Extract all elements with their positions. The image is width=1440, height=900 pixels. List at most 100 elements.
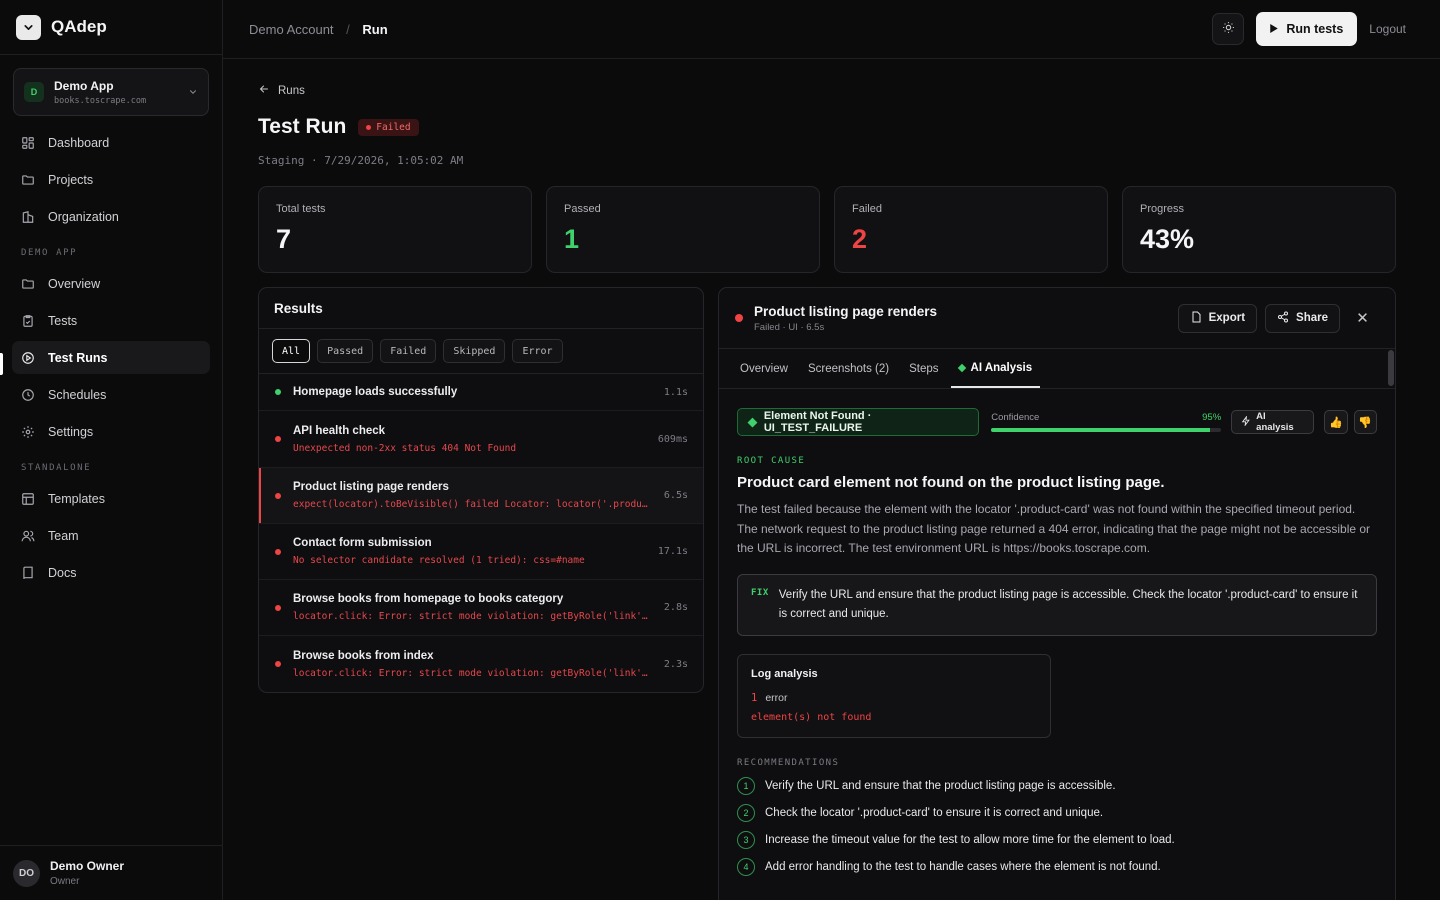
recommendation-text: Add error handling to the test to handle… bbox=[765, 860, 1161, 873]
stat-value: 2 bbox=[852, 224, 868, 254]
detail-tabs: Overview Screenshots (2) Steps AI Analys… bbox=[719, 349, 1395, 389]
sidebar-item-overview[interactable]: Overview bbox=[12, 267, 210, 300]
gear-icon bbox=[20, 424, 36, 440]
failure-category: Element Not Found · UI_TEST_FAILURE bbox=[763, 410, 872, 434]
breadcrumb-separator: / bbox=[346, 21, 350, 37]
filter-skipped[interactable]: Skipped bbox=[443, 339, 506, 363]
test-duration: 1.1s bbox=[663, 386, 688, 398]
brand[interactable]: QAdep bbox=[0, 0, 222, 55]
folder-icon bbox=[20, 276, 36, 292]
results-panel: Results All Passed Failed Skipped Error … bbox=[258, 287, 704, 693]
tab-label: AI Analysis bbox=[970, 361, 1033, 374]
confidence-value: 95% bbox=[1202, 412, 1222, 423]
back-to-runs-link[interactable]: Runs bbox=[258, 83, 1396, 98]
sidebar-item-docs[interactable]: Docs bbox=[12, 556, 210, 589]
log-analysis-card: Log analysis 1 error element(s) not foun… bbox=[737, 653, 1051, 738]
sidebar-item-schedules[interactable]: Schedules bbox=[12, 378, 210, 411]
user-menu[interactable]: DO Demo Owner Owner bbox=[0, 845, 222, 900]
test-duration: 2.8s bbox=[663, 602, 688, 613]
logo-icon bbox=[16, 14, 41, 40]
recommendations-label: RECOMMENDATIONS bbox=[737, 757, 840, 768]
step-number: 4 bbox=[737, 857, 755, 876]
page-title: Test Run bbox=[258, 115, 347, 138]
sidebar-item-templates[interactable]: Templates bbox=[12, 482, 210, 515]
share-icon bbox=[1277, 311, 1289, 326]
sidebar-item-label: Settings bbox=[48, 424, 94, 439]
stat-failed: Failed 2 bbox=[834, 186, 1108, 273]
filter-failed[interactable]: Failed bbox=[380, 339, 437, 363]
template-icon bbox=[20, 491, 36, 507]
sidebar-item-label: Overview bbox=[48, 276, 101, 291]
table-row[interactable]: Browse books from homepage to books cate… bbox=[259, 580, 703, 636]
folder-icon bbox=[20, 172, 36, 188]
theme-toggle-button[interactable] bbox=[1212, 13, 1245, 45]
logout-link[interactable]: Logout bbox=[1369, 22, 1406, 36]
filter-passed[interactable]: Passed bbox=[317, 339, 374, 363]
share-button[interactable]: Share bbox=[1265, 303, 1340, 333]
back-label: Runs bbox=[278, 84, 305, 97]
user-role: Owner bbox=[50, 876, 80, 887]
app-url: books.toscrape.com bbox=[54, 95, 147, 106]
table-row[interactable]: Browse books from index locator.click: E… bbox=[259, 636, 703, 692]
ai-analysis-label: AI analysis bbox=[1256, 411, 1294, 433]
export-button[interactable]: Export bbox=[1177, 303, 1258, 333]
sidebar-item-team[interactable]: Team bbox=[12, 519, 210, 552]
clock-icon bbox=[20, 387, 36, 403]
stat-label: Passed bbox=[564, 203, 601, 215]
arrow-left-icon bbox=[258, 83, 270, 98]
test-name: Browse books from index bbox=[293, 649, 434, 662]
status-dot bbox=[735, 314, 743, 322]
app-shell: QAdep D Demo App books.toscrape.com Dash… bbox=[0, 0, 1440, 900]
table-row[interactable]: Product listing page renders expect(loca… bbox=[259, 468, 703, 524]
sidebar-item-dashboard[interactable]: Dashboard bbox=[12, 126, 210, 159]
sidebar-item-organization[interactable]: Organization bbox=[12, 200, 210, 233]
tab-ai-analysis[interactable]: AI Analysis bbox=[950, 349, 1041, 388]
test-duration: 2.3s bbox=[663, 658, 688, 670]
test-name: API health check bbox=[293, 424, 386, 437]
test-error: expect(locator).toBeVisible() failed Loc… bbox=[293, 499, 653, 510]
ai-analysis-button[interactable]: AI analysis bbox=[1231, 410, 1315, 434]
step-number: 2 bbox=[737, 803, 755, 822]
tab-overview[interactable]: Overview bbox=[732, 349, 796, 388]
sidebar-nav: Dashboard Projects Organization DEMO APP… bbox=[0, 126, 222, 593]
failure-category-badge: Element Not Found · UI_TEST_FAILURE bbox=[737, 408, 980, 436]
step-number: 1 bbox=[737, 776, 755, 795]
sidebar-item-test-runs[interactable]: Test Runs bbox=[12, 341, 210, 374]
main: Demo Account / Run Run tests Logout Runs bbox=[223, 0, 1440, 900]
app-switcher[interactable]: D Demo App books.toscrape.com bbox=[13, 68, 209, 116]
test-name: Homepage loads successfully bbox=[293, 386, 458, 398]
chevron-down-icon bbox=[188, 85, 198, 100]
sidebar-item-projects[interactable]: Projects bbox=[12, 163, 210, 196]
filter-error[interactable]: Error bbox=[512, 339, 563, 363]
tab-screenshots[interactable]: Screenshots (2) bbox=[800, 349, 897, 388]
table-row[interactable]: API health check Unexpected non-2xx stat… bbox=[259, 411, 703, 468]
thumbs-up-icon[interactable]: 👍 bbox=[1324, 410, 1348, 434]
test-error: Unexpected non-2xx status 404 Not Found bbox=[293, 442, 517, 454]
test-error: No selector candidate resolved (1 tried)… bbox=[293, 555, 585, 566]
sidebar-item-settings[interactable]: Settings bbox=[12, 415, 210, 448]
share-label: Share bbox=[1296, 312, 1328, 324]
test-error: locator.click: Error: strict mode violat… bbox=[293, 667, 653, 679]
table-row[interactable]: Homepage loads successfully 1.1s bbox=[259, 374, 703, 411]
run-tests-button[interactable]: Run tests bbox=[1256, 12, 1358, 46]
root-cause-label: ROOT CAUSE bbox=[737, 456, 806, 466]
root-cause-title: Product card element not found on the pr… bbox=[737, 474, 1165, 491]
users-icon bbox=[20, 528, 36, 544]
filter-all[interactable]: All bbox=[272, 339, 311, 363]
sidebar-item-label: Schedules bbox=[48, 387, 107, 402]
thumbs-down-icon[interactable]: 👎 bbox=[1353, 410, 1377, 434]
fix-text: Verify the URL and ensure that the produ… bbox=[778, 588, 1358, 620]
sidebar-item-tests[interactable]: Tests bbox=[12, 304, 210, 337]
breadcrumb-parent[interactable]: Demo Account bbox=[249, 22, 334, 37]
status-dot bbox=[366, 124, 372, 130]
close-icon[interactable]: ✕ bbox=[1348, 304, 1377, 333]
stat-passed: Passed 1 bbox=[546, 186, 820, 273]
sidebar-item-label: Dashboard bbox=[48, 135, 110, 150]
sparkle-icon bbox=[1241, 414, 1251, 429]
stat-value: 43% bbox=[1140, 224, 1195, 254]
scrollbar[interactable] bbox=[1388, 350, 1394, 386]
tab-label: Screenshots (2) bbox=[807, 362, 890, 375]
table-row[interactable]: Contact form submission No selector cand… bbox=[259, 524, 703, 580]
root-cause-text: The test failed because the element with… bbox=[737, 502, 1371, 555]
tab-steps[interactable]: Steps bbox=[901, 349, 946, 388]
